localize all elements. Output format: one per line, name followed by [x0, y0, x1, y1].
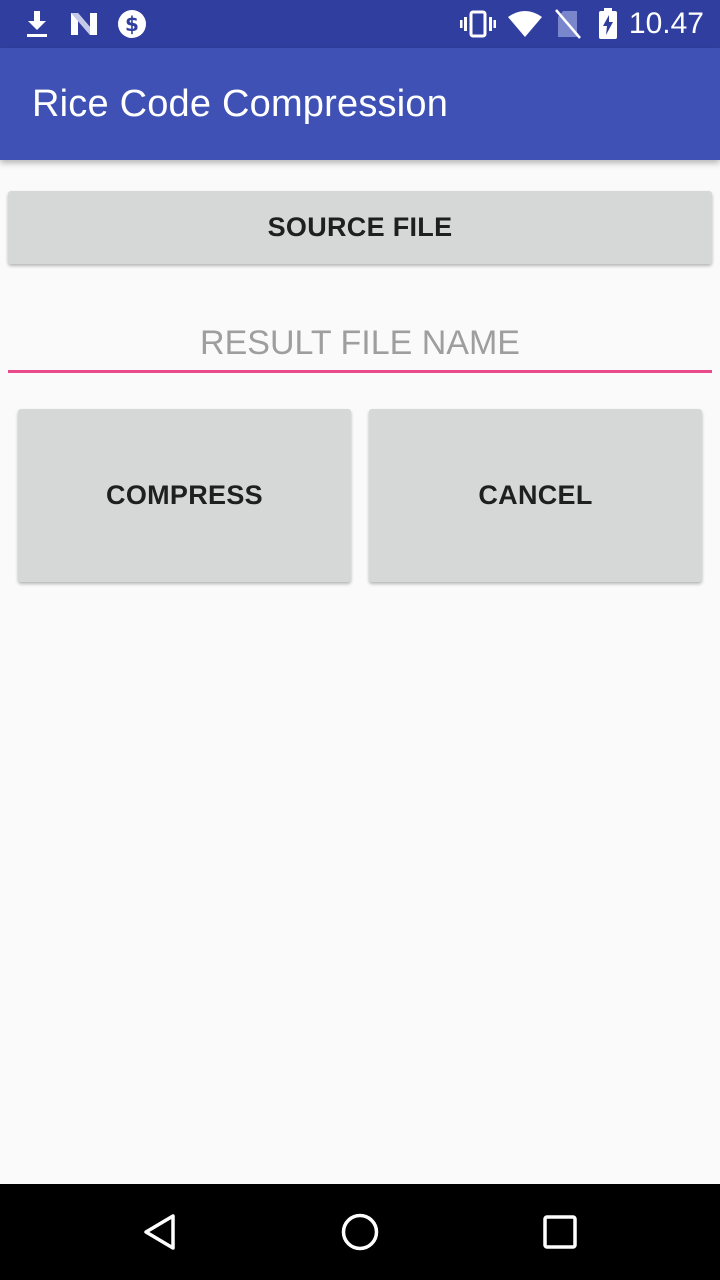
app-title: Rice Code Compression: [32, 83, 449, 125]
no-sim-icon: [554, 8, 582, 40]
vibrate-icon: [460, 8, 496, 40]
compress-button[interactable]: COMPRESS: [18, 409, 351, 582]
result-file-name-field: [8, 310, 712, 374]
recents-icon[interactable]: [536, 1208, 584, 1256]
status-clock: 10.47: [628, 7, 704, 40]
navigation-bar: [0, 1184, 720, 1280]
result-file-name-input[interactable]: [8, 310, 712, 370]
input-underline: [8, 370, 712, 373]
source-file-button[interactable]: SOURCE FILE: [8, 191, 712, 264]
svg-text:$: $: [125, 12, 139, 36]
status-bar: $ 10.47: [0, 0, 720, 48]
app-bar: Rice Code Compression: [0, 48, 720, 160]
download-icon: [22, 8, 52, 40]
cancel-button[interactable]: CANCEL: [369, 409, 702, 582]
wifi-icon: [506, 8, 544, 40]
dollar-icon: $: [116, 8, 148, 40]
home-icon[interactable]: [336, 1208, 384, 1256]
back-icon[interactable]: [136, 1208, 184, 1256]
n-notification-icon: [68, 8, 100, 40]
battery-charging-icon: [596, 8, 620, 40]
